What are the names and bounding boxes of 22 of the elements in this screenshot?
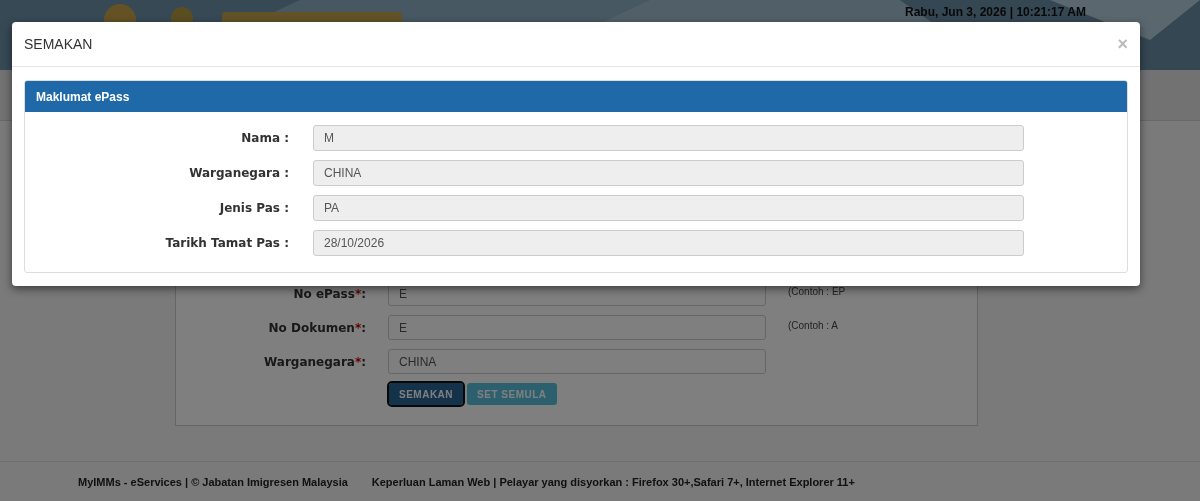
example-hint: (Contoh : A <box>788 320 840 331</box>
input-field[interactable]: CHINA <box>388 349 766 374</box>
field-label: No Dokumen*: <box>267 320 366 335</box>
dialog-title: SEMAKAN <box>24 36 93 52</box>
readonly-field[interactable]: PA <box>313 195 1024 221</box>
field-label: Tarikh Tamat Pas : <box>164 236 289 250</box>
readonly-field[interactable]: CHINA <box>313 160 1024 186</box>
copyright-text: MyIMMs - eServices | © Jabatan Imigresen Malaysia <box>78 476 348 488</box>
field-label: No ePass*: <box>292 286 366 301</box>
field-label: Jenis Pas : <box>218 201 289 215</box>
panel-heading: Maklumat ePass <box>25 81 1127 112</box>
check-button[interactable]: SEMAKAN <box>389 383 464 405</box>
field-label: Warganegara*: <box>263 354 366 369</box>
example-hint: (Contoh : EP <box>788 286 847 297</box>
date-time: Rabu, Jun 3, 2026 | 10:21:17 AM <box>905 5 1086 19</box>
field-label: Warganegara : <box>188 166 289 180</box>
readonly-field[interactable]: M <box>313 125 1024 151</box>
field-label: Nama : <box>240 131 289 145</box>
input-field[interactable]: E <box>388 315 766 340</box>
browser-requirements: Keperluan Laman Web | Pelayar yang disyorkan : Firefox 30+,Safari 7+, Internet Explorer 11+ <box>371 476 855 488</box>
readonly-field[interactable]: 28/10/2026 <box>313 230 1024 256</box>
close-button[interactable]: × <box>1117 35 1128 53</box>
